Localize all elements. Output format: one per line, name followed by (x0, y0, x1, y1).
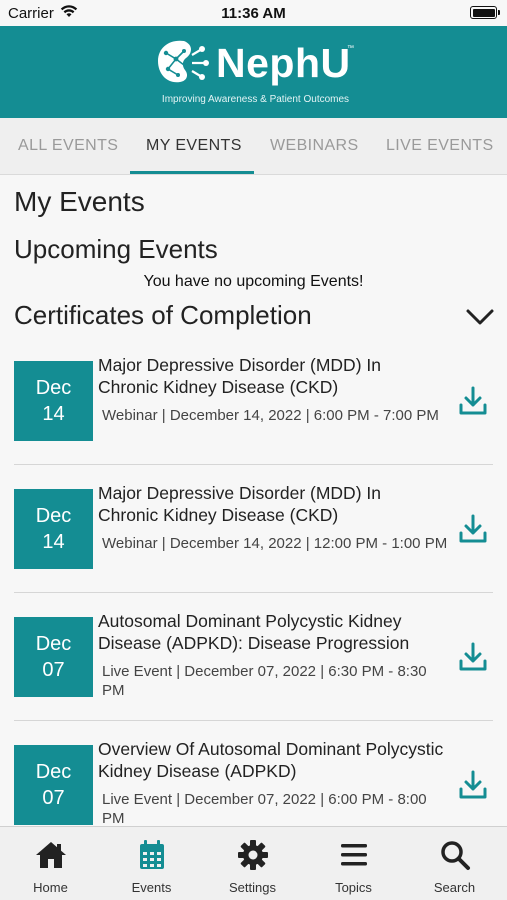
certificate-title: Overview Of Autosomal Dominant Polycysti… (98, 739, 444, 781)
date-month: Dec (35, 633, 72, 655)
certificate-item[interactable]: Dec 07 Overview Of Autosomal Dominant Po… (0, 730, 507, 826)
date-month: Dec (35, 505, 72, 527)
certificate-item[interactable]: Dec 14 Major Depressive Disorder (MDD) I… (0, 474, 507, 602)
nav-search[interactable]: Search (404, 827, 505, 900)
date-month: Dec (35, 761, 72, 783)
tab-my-events[interactable]: MY EVENTS (146, 137, 242, 155)
tab-live-events[interactable]: LIVE EVENTS (386, 137, 494, 155)
nav-settings[interactable]: Settings (202, 827, 303, 900)
date-badge: Dec 14 (14, 489, 93, 569)
page-title: My Events (14, 186, 145, 217)
nav-label: Search (433, 880, 476, 895)
brand-header: NephU ™ Improving Awareness & Patient Ou… (0, 26, 507, 118)
certificates-list: Dec 14 Major Depressive Disorder (MDD) I… (0, 346, 507, 826)
certificate-item[interactable]: Dec 07 Autosomal Dominant Polycystic Kid… (0, 602, 507, 730)
event-tabs: ALL EVENTS MY EVENTS WEBINARS LIVE EVENT… (0, 118, 507, 175)
nav-label: Topics (335, 880, 372, 895)
clock: 11:36 AM (221, 5, 286, 22)
download-icon[interactable] (458, 769, 488, 801)
calendar-icon (140, 840, 164, 869)
upcoming-events-heading: Upcoming Events (14, 234, 218, 264)
status-bar: Carrier 11:36 AM (0, 0, 507, 26)
date-day: 14 (42, 531, 65, 553)
certificate-title: Major Depressive Disorder (MDD) In Chron… (98, 483, 381, 525)
divider (14, 463, 493, 465)
certificate-title: Major Depressive Disorder (MDD) In Chron… (98, 355, 381, 397)
tab-webinars[interactable]: WEBINARS (270, 137, 359, 155)
download-icon[interactable] (458, 641, 488, 673)
chevron-down-icon[interactable] (465, 306, 495, 328)
date-month: Dec (35, 377, 72, 399)
nav-topics[interactable]: Topics (303, 827, 404, 900)
certificate-details: Live Event | December 07, 2022 | 6:00 PM… (102, 791, 427, 826)
date-badge: Dec 07 (14, 745, 93, 825)
date-badge: Dec 07 (14, 617, 93, 697)
nav-label: Settings (229, 880, 276, 895)
certificate-title: Autosomal Dominant Polycystic Kidney Dis… (98, 611, 410, 653)
divider (14, 591, 493, 593)
divider (14, 719, 493, 721)
nav-label: Home (33, 880, 68, 895)
certificate-details: Live Event | December 07, 2022 | 6:30 PM… (102, 663, 427, 699)
nav-home[interactable]: Home (0, 827, 101, 900)
kidney-logo-icon (158, 40, 209, 83)
active-tab-indicator (130, 171, 254, 174)
tab-all-events[interactable]: ALL EVENTS (18, 137, 118, 155)
home-icon (36, 842, 66, 868)
certificate-item[interactable]: Dec 14 Major Depressive Disorder (MDD) I… (0, 346, 507, 474)
nav-label: Events (131, 880, 172, 895)
certificate-details: Webinar | December 14, 2022 | 6:00 PM - … (102, 407, 439, 424)
date-day: 14 (42, 403, 65, 425)
search-icon (441, 841, 470, 870)
date-day: 07 (42, 659, 65, 681)
no-upcoming-events-message: You have no upcoming Events! (143, 273, 364, 290)
nav-events[interactable]: Events (101, 827, 202, 900)
download-icon[interactable] (458, 385, 488, 417)
bottom-nav: Home Events Settings Topics Search (0, 826, 507, 900)
certificate-details: Webinar | December 14, 2022 | 12:00 PM -… (102, 535, 448, 552)
certificates-heading[interactable]: Certificates of Completion (14, 300, 312, 331)
date-badge: Dec 14 (14, 361, 93, 441)
trademark-symbol: ™ (347, 45, 354, 52)
menu-icon (341, 844, 367, 866)
date-day: 07 (42, 787, 65, 809)
gear-icon (238, 840, 268, 870)
brand-name: NephU (216, 40, 351, 86)
battery-icon (470, 6, 500, 19)
brand-tagline: Improving Awareness & Patient Outcomes (161, 94, 350, 105)
download-icon[interactable] (458, 513, 488, 545)
